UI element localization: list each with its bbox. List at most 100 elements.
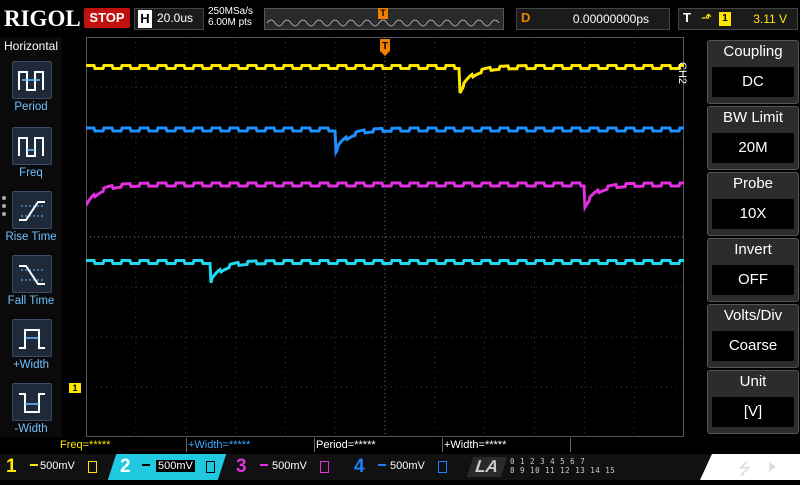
menu-item-label: Freq [19, 167, 43, 179]
menu-item-fall-time[interactable]: Fall Time [0, 251, 62, 315]
menu-item-freq[interactable]: Freq [0, 123, 62, 187]
channel-2-status[interactable]: 2 500mV [116, 454, 222, 480]
waveform-display[interactable]: T [86, 37, 684, 437]
ch1-trace [86, 64, 684, 94]
channel-settings-menu: Coupling DC BW Limit 20M Probe 10X Inver… [703, 37, 800, 437]
channel-scale: 500mV [156, 460, 195, 472]
menu-volts-div[interactable]: Volts/Div Coarse [707, 304, 799, 368]
trigger-marker-label: T [382, 41, 388, 52]
menu-value: [V] [712, 397, 794, 427]
ch4-trace [86, 259, 684, 284]
menu-value: DC [712, 67, 794, 97]
dc-coupling-icon [378, 464, 386, 466]
run-stop-badge[interactable]: STOP [84, 8, 130, 28]
rise-time-icon [12, 191, 52, 229]
measurement-positive-width[interactable]: +Width=***** [188, 438, 315, 452]
left-page-dots [2, 196, 6, 220]
menu-item-negative-width[interactable]: -Width [0, 379, 62, 443]
dc-coupling-icon [260, 464, 268, 466]
trigger-edge-icon: ⬏ [701, 10, 712, 25]
delay-label: D [521, 10, 531, 25]
menu-coupling[interactable]: Coupling DC [707, 40, 799, 104]
menu-probe[interactable]: Probe 10X [707, 172, 799, 236]
menu-item-positive-width[interactable]: +Width [0, 315, 62, 379]
ch1-offset-marker[interactable]: 1 [69, 383, 81, 393]
menu-value: 20M [712, 133, 794, 163]
speaker-muted-icon[interactable]: 🕨 [764, 456, 775, 477]
menu-item-period[interactable]: Period [0, 57, 62, 121]
menu-item-label: Period [14, 101, 48, 113]
menu-title: Volts/Div [723, 307, 783, 324]
measurement-label: Freq=***** [60, 439, 111, 451]
horizontal-measure-menu: Horizontal Period Freq Rise Time Fall Ti… [0, 37, 62, 437]
trigger-box[interactable]: T ⬏ 1 3.11 V [678, 8, 798, 30]
menu-item-label: -Width [14, 423, 48, 435]
logic-channel-grid: 0 1 2 3 4 5 6 7 8 9 10 11 12 13 14 15 [510, 457, 615, 475]
menu-value: Coarse [712, 331, 794, 361]
memory-trigger-marker: T [378, 8, 388, 19]
menu-title: Unit [739, 373, 767, 390]
menu-title: BW Limit [723, 109, 783, 126]
trigger-position-marker[interactable]: T [380, 39, 390, 56]
timebase-value: 20.0us [157, 11, 194, 25]
channel-1-status[interactable]: 1 500mV [0, 454, 112, 480]
menu-item-label: Fall Time [7, 295, 55, 307]
acquisition-info: 250MSa/s 6.00M pts [208, 6, 253, 28]
dc-coupling-icon [142, 464, 150, 466]
fall-time-icon [12, 255, 52, 293]
channel-scale: 500mV [390, 460, 425, 472]
menu-value: 10X [712, 199, 794, 229]
menu-title: Probe [732, 175, 774, 192]
bw-limit-icon [438, 461, 447, 473]
logic-channels-low: 0 1 2 3 4 5 6 7 [510, 457, 586, 466]
channel-number: 4 [354, 456, 365, 477]
menu-item-label: Rise Time [5, 231, 57, 243]
timebase-box[interactable]: H 20.0us [134, 8, 204, 30]
menu-item-label: +Width [12, 359, 50, 371]
channel-scale: 500mV [272, 460, 307, 472]
waveform-traces [86, 64, 684, 284]
measurement-label: +Width=***** [444, 439, 507, 451]
menu-title: Coupling [723, 43, 783, 60]
bw-limit-icon [88, 461, 97, 473]
menu-title: Horizontal [3, 39, 59, 53]
measurement-positive-width-2[interactable]: +Width=***** [444, 438, 571, 452]
sample-rate: 250MSa/s [208, 6, 254, 17]
freq-icon [12, 127, 52, 165]
memory-depth: 6.00M pts [208, 17, 252, 28]
channel-3-status[interactable]: 3 500mV [232, 454, 344, 480]
menu-item-rise-time[interactable]: Rise Time [0, 187, 62, 251]
timebase-label: H [138, 10, 152, 28]
delay-value: 0.00000000ps [572, 12, 649, 26]
channel-number: 2 [120, 456, 131, 477]
measurement-label: +Width=***** [188, 439, 251, 451]
positive-width-icon [12, 319, 52, 357]
channel-4-status[interactable]: 4 500mV [350, 454, 462, 480]
negative-width-icon [12, 383, 52, 421]
ch3-trace [86, 181, 684, 213]
menu-unit[interactable]: Unit [V] [707, 370, 799, 434]
trigger-label: T [683, 10, 691, 25]
trigger-level: 3.11 V [753, 12, 787, 26]
display-grid [86, 37, 684, 437]
dc-coupling-icon [30, 464, 38, 466]
bw-limit-icon [320, 461, 329, 473]
ch2-trace [86, 126, 684, 158]
channel-number: 3 [236, 456, 247, 477]
delay-box[interactable]: D 0.00000000ps [516, 8, 670, 30]
period-icon [12, 61, 52, 99]
channel-tag: CH2 [676, 62, 688, 85]
logic-channels-high: 8 9 10 11 12 13 14 15 [510, 466, 616, 475]
menu-value: OFF [712, 265, 794, 295]
usb-icon: ⭍ [738, 461, 752, 478]
channel-scale: 500mV [40, 460, 75, 472]
channel-number: 1 [6, 456, 17, 477]
menu-invert[interactable]: Invert OFF [707, 238, 799, 302]
measurement-period[interactable]: Period=***** [316, 438, 443, 452]
menu-title: Invert [734, 241, 772, 258]
measurement-freq[interactable]: Freq=***** [60, 438, 187, 452]
logic-analyzer-button[interactable]: LA [466, 457, 508, 477]
brand-logo: RIGOL [4, 6, 81, 31]
trigger-source: 1 [719, 12, 731, 26]
menu-bw-limit[interactable]: BW Limit 20M [707, 106, 799, 170]
